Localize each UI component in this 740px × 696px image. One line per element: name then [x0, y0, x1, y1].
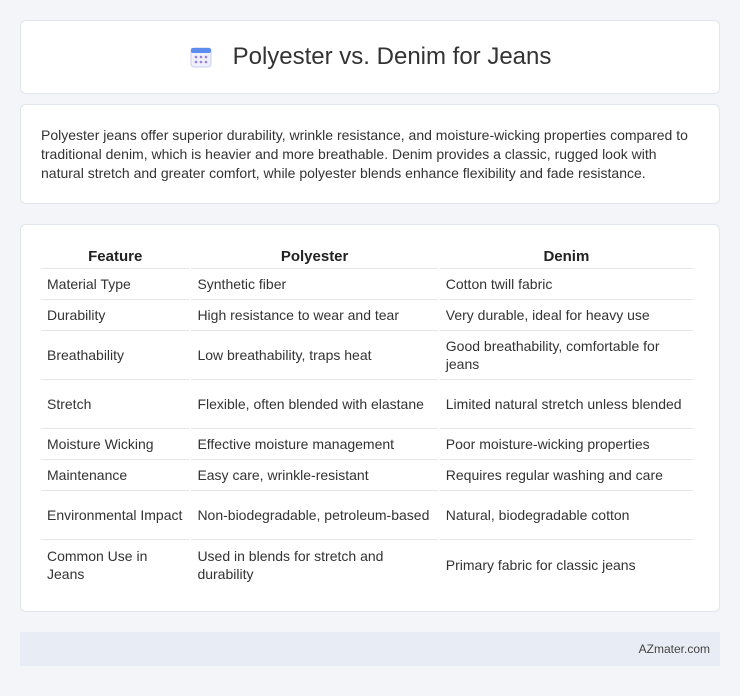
- table-cell: Maintenance: [41, 460, 190, 491]
- table-cell: Poor moisture-wicking properties: [439, 429, 693, 460]
- table-cell: Very durable, ideal for heavy use: [439, 300, 693, 331]
- table-row: Maintenance Easy care, wrinkle-resistant…: [41, 460, 693, 491]
- comparison-table-card: Feature Polyester Denim Material Type Sy…: [20, 224, 720, 612]
- table-cell: Primary fabric for classic jeans: [445, 556, 636, 573]
- table-cell: Moisture Wicking: [41, 429, 190, 460]
- footer: AZmater.com: [20, 632, 720, 666]
- table-cell: Stretch: [41, 380, 190, 429]
- table-cell: Environmental Impact: [41, 491, 190, 540]
- column-header: Polyester: [191, 245, 438, 269]
- title-card: Polyester vs. Denim for Jeans: [20, 20, 720, 94]
- table-cell: Breathability: [41, 331, 190, 380]
- calendar-icon: [189, 45, 213, 69]
- table-cell: Used in blends for stretch and durabilit…: [197, 547, 384, 582]
- table-cell: Durability: [41, 300, 190, 331]
- table-cell: Material Type: [41, 269, 190, 300]
- footer-site-link[interactable]: AZmater.com: [639, 642, 710, 656]
- table-cell: Good breathability, comfortable for jean…: [439, 331, 693, 380]
- table-header-row: Feature Polyester Denim: [41, 245, 693, 269]
- table-cell: Requires regular washing and care: [439, 460, 693, 491]
- table-row: Durability High resistance to wear and t…: [41, 300, 693, 331]
- table-row: Material Type Synthetic fiber Cotton twi…: [41, 269, 693, 300]
- column-header: Denim: [439, 245, 693, 269]
- table-row: Moisture Wicking Effective moisture mana…: [41, 429, 693, 460]
- summary-card: Polyester jeans offer superior durabilit…: [20, 104, 720, 204]
- table-row: Stretch Flexible, often blended with ela…: [41, 380, 693, 429]
- table-cell: Effective moisture management: [191, 429, 438, 460]
- table-cell: High resistance to wear and tear: [191, 300, 438, 331]
- table-cell: Synthetic fiber: [191, 269, 438, 300]
- comparison-table: Feature Polyester Denim Material Type Sy…: [39, 245, 695, 589]
- table-cell: Cotton twill fabric: [439, 269, 693, 300]
- column-header: Feature: [41, 245, 190, 269]
- page-title: Polyester vs. Denim for Jeans: [232, 43, 552, 70]
- table-cell: Limited natural stretch unless blended: [439, 380, 693, 429]
- table-cell: Flexible, often blended with elastane: [191, 380, 438, 429]
- table-row: Environmental Impact Non-biodegradable, …: [41, 491, 693, 540]
- summary-text: Polyester jeans offer superior durabilit…: [41, 127, 688, 181]
- table-row: Common Use in Jeans Used in blends for s…: [41, 540, 693, 589]
- table-cell: Common Use in Jeans: [47, 547, 148, 582]
- table-cell: Easy care, wrinkle-resistant: [191, 460, 438, 491]
- table-row: Breathability Low breathability, traps h…: [41, 331, 693, 380]
- table-cell: Non-biodegradable, petroleum-based: [191, 491, 438, 540]
- table-cell: Natural, biodegradable cotton: [439, 491, 693, 540]
- table-cell: Low breathability, traps heat: [191, 331, 438, 380]
